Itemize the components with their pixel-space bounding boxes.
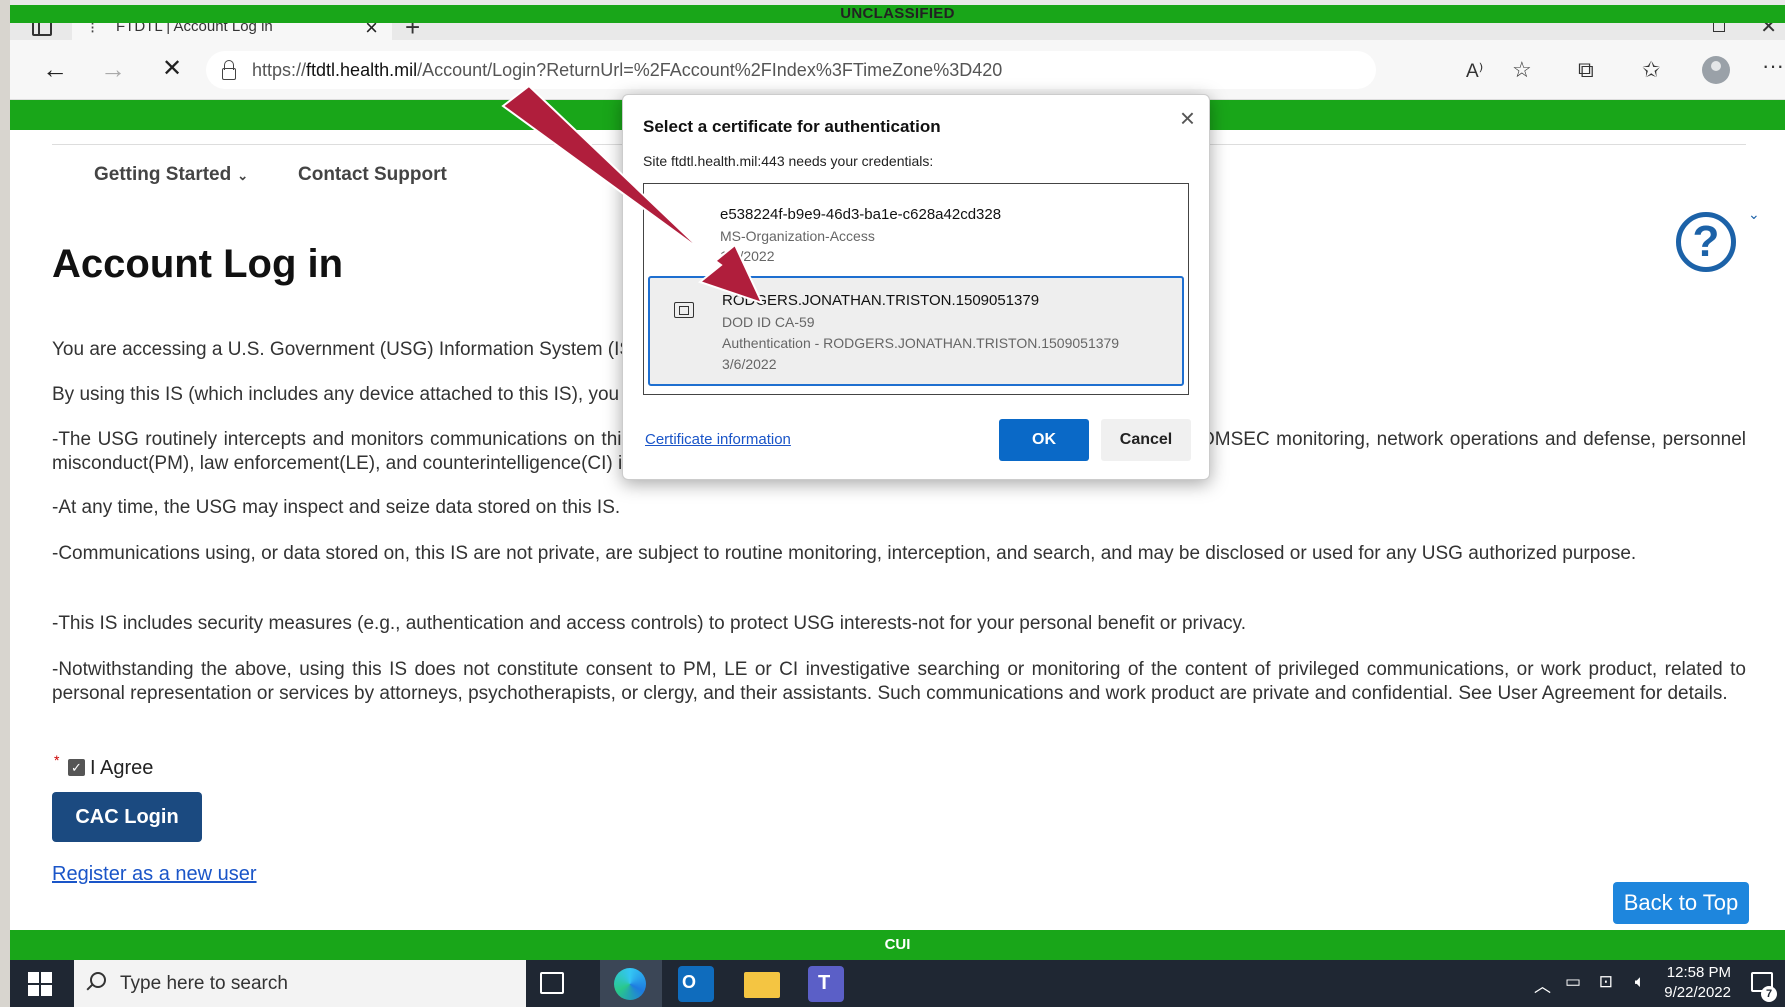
taskbar-search[interactable]: Type here to search (74, 960, 526, 1007)
outlook-icon[interactable] (678, 966, 714, 1002)
annotation-arrow (501, 84, 764, 305)
task-view-icon[interactable] (540, 972, 564, 994)
search-placeholder: Type here to search (120, 973, 288, 994)
clock-time[interactable]: 12:58 PM (1667, 964, 1731, 981)
browser-window: ⁝ FTDTL | Account Log in × + ✕ UNCLASSIF… (10, 0, 1785, 960)
clock-date[interactable]: 9/22/2022 (1664, 984, 1731, 1001)
taskbar: Type here to search ︿ ▭ ⊡ 🔈︎ 12:58 PM 9/… (10, 960, 1785, 1007)
network-icon[interactable]: ⊡ (1599, 972, 1613, 992)
notification-count: 7 (1761, 986, 1777, 1002)
system-tray: ︿ ▭ ⊡ 🔈︎ 12:58 PM 9/22/2022 7 (1485, 960, 1785, 1007)
edge-icon[interactable] (600, 960, 662, 1007)
search-icon (90, 972, 106, 988)
arrow-icon (501, 84, 764, 305)
chevron-up-icon[interactable]: ︿ (1534, 972, 1551, 997)
file-explorer-icon[interactable] (744, 972, 780, 998)
teams-icon[interactable] (808, 966, 844, 1002)
volume-icon[interactable]: 🔈︎ (1635, 972, 1645, 992)
windows-start-icon[interactable] (28, 972, 52, 996)
battery-icon[interactable]: ▭ (1565, 972, 1581, 992)
